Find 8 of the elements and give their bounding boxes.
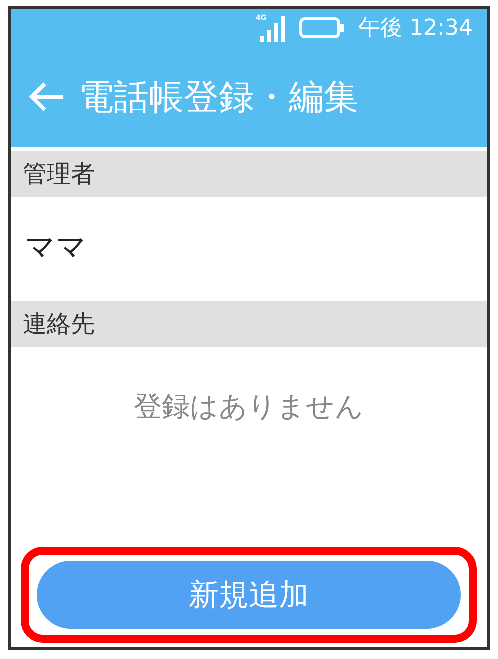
back-arrow-icon[interactable] — [29, 81, 65, 113]
contact-name[interactable]: ママ — [25, 226, 87, 268]
screen-title: 電話帳登録・編集 — [79, 76, 359, 120]
battery-icon — [298, 17, 345, 39]
empty-message: 登録はありません — [134, 389, 364, 425]
section-title: 連絡先 — [23, 309, 95, 340]
section-title: 管理者 — [23, 159, 95, 190]
status-time: 午後 12:34 — [358, 15, 473, 43]
